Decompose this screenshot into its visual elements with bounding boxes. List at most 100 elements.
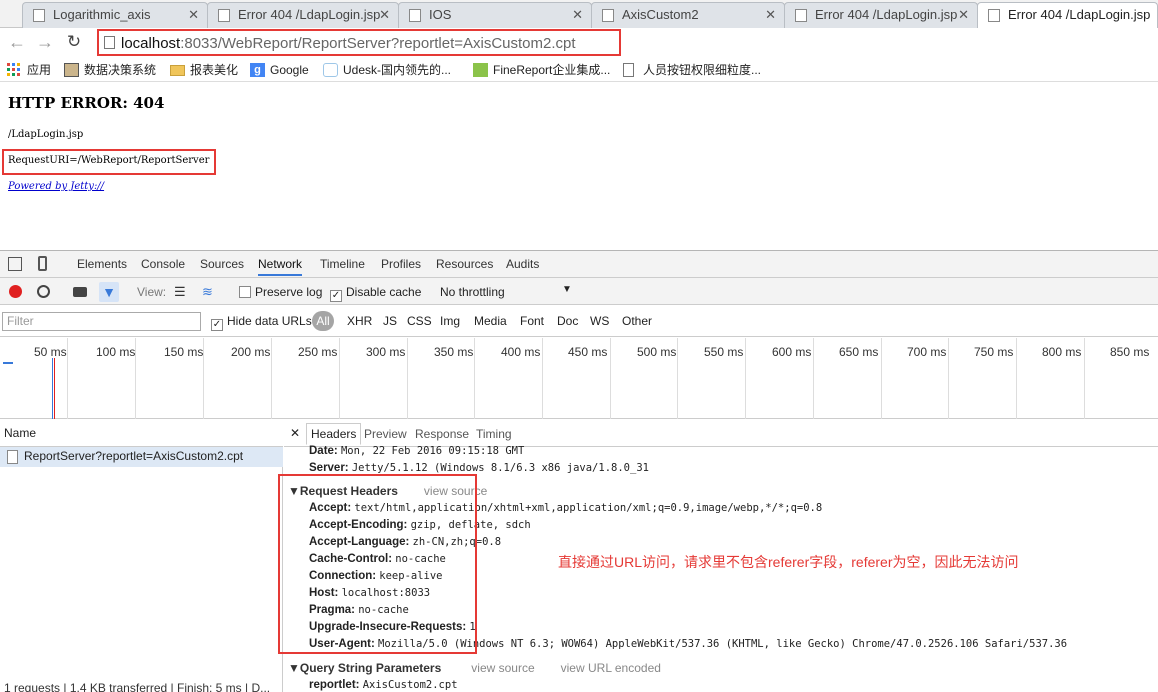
query-string-section[interactable]: ▼Query String Parameters view source view … <box>288 661 661 675</box>
close-icon[interactable]: ✕ <box>379 3 390 27</box>
tab-title: Error 404 /LdapLogin.jsp <box>1008 7 1151 22</box>
throttling-select[interactable]: No throttling <box>440 285 505 299</box>
browser-tab-strip: Logarithmic_axis ✕ Error 404 /LdapLogin.… <box>0 0 1158 29</box>
view-url-encoded-link[interactable]: view URL encoded <box>561 661 661 675</box>
page-title: HTTP ERROR: 404 <box>8 94 165 112</box>
page-icon <box>988 9 1000 22</box>
type-filter-js[interactable]: JS <box>383 314 397 328</box>
filter-bar: Filter ✓ Hide data URLs All XHR JS CSS Im… <box>0 305 1158 337</box>
filter-funnel-icon[interactable]: ▼ <box>99 282 119 302</box>
timeline-tick: 500 ms <box>611 338 678 419</box>
close-icon[interactable]: ✕ <box>958 3 969 27</box>
timeline-tick: 200 ms <box>204 338 272 419</box>
browser-toolbar: ← → ↻ localhost:8033/WebReport/ReportSer… <box>0 28 1158 58</box>
tab-network[interactable]: Network <box>258 257 303 276</box>
tab-title: IOS <box>429 7 452 22</box>
request-list: Name ReportServer?reportlet=AxisCustom2.… <box>0 419 283 692</box>
timeline-tick: 600 ms <box>746 338 814 419</box>
bookmark-item[interactable]: Udesk-国内领先的... <box>323 61 451 79</box>
tab-audits[interactable]: Audits <box>506 257 539 271</box>
chevron-down-icon[interactable]: ▼ <box>562 284 572 295</box>
timeline-tick: 100 ms <box>68 338 136 419</box>
close-icon[interactable]: ✕ <box>290 426 300 440</box>
type-filter-font[interactable]: Font <box>520 314 544 328</box>
timeline-tick: 750 ms <box>949 338 1017 419</box>
page-icon <box>602 9 614 22</box>
timeline-tick: 800 ms <box>1017 338 1085 419</box>
waterfall-view-icon[interactable]: ≋ <box>202 284 213 300</box>
tab-title: Logarithmic_axis <box>53 7 151 22</box>
header-line: Date: Mon, 22 Feb 2016 09:15:18 GMT <box>309 445 525 457</box>
device-mode-icon[interactable] <box>38 256 47 271</box>
type-filter-doc[interactable]: Doc <box>557 314 578 328</box>
network-overview-timeline[interactable]: 50 ms 100 ms 150 ms 200 ms 250 ms 300 ms… <box>0 338 1158 419</box>
browser-tab[interactable]: Logarithmic_axis ✕ <box>22 2 208 28</box>
browser-tab[interactable]: IOS ✕ <box>398 2 592 28</box>
timeline-tick: 300 ms <box>340 338 408 419</box>
tab-elements[interactable]: Elements <box>77 257 127 271</box>
browser-tab[interactable]: AxisCustom2 ✕ <box>591 2 785 28</box>
powered-by-link[interactable]: Powered by Jetty:// <box>8 181 104 192</box>
bookmark-item[interactable]: FineReport企业集成... <box>473 61 610 79</box>
type-filter-media[interactable]: Media <box>474 314 507 328</box>
list-view-icon[interactable]: ☰ <box>174 284 186 300</box>
bookmark-item[interactable]: g Google <box>250 61 309 79</box>
clear-icon[interactable] <box>37 285 50 298</box>
close-icon[interactable]: ✕ <box>765 3 776 27</box>
back-arrow-icon[interactable]: ← <box>6 31 28 53</box>
address-bar[interactable]: localhost:8033/WebReport/ReportServer?re… <box>97 29 621 56</box>
dom-content-loaded-line <box>52 358 53 419</box>
tab-timing[interactable]: Timing <box>476 427 512 441</box>
address-url: localhost:8033/WebReport/ReportServer?re… <box>121 35 576 52</box>
udesk-icon <box>323 63 338 77</box>
filter-input[interactable]: Filter <box>2 312 201 331</box>
record-icon[interactable] <box>9 285 22 298</box>
header-line: Server: Jetty/5.1.12 (Windows 8.1/6.3 x8… <box>309 462 649 474</box>
bookmark-item[interactable]: 报表美化 <box>170 61 238 79</box>
timeline-tick: 550 ms <box>678 338 746 419</box>
type-filter-xhr[interactable]: XHR <box>347 314 372 328</box>
preserve-log-checkbox[interactable]: Preserve log <box>239 285 322 299</box>
inspect-element-icon[interactable] <box>8 257 22 271</box>
type-filter-other[interactable]: Other <box>622 314 652 328</box>
reload-icon[interactable]: ↻ <box>63 31 85 53</box>
bookmark-apps[interactable]: 应用 <box>7 61 51 79</box>
timeline-tick: 150 ms <box>136 338 204 419</box>
type-filter-css[interactable]: CSS <box>407 314 432 328</box>
close-icon[interactable]: ✕ <box>572 3 583 27</box>
tab-title: Error 404 /LdapLogin.jsp <box>238 7 381 22</box>
tab-timeline[interactable]: Timeline <box>320 257 365 271</box>
view-source-link[interactable]: view source <box>471 661 534 675</box>
tab-headers[interactable]: Headers <box>306 423 362 445</box>
request-uri: RequestURI=/WebReport/ReportServer <box>8 155 210 166</box>
browser-tab-active[interactable]: Error 404 /LdapLogin.jsp <box>977 2 1158 29</box>
tab-response[interactable]: Response <box>415 427 469 441</box>
type-filter-ws[interactable]: WS <box>590 314 609 328</box>
tab-resources[interactable]: Resources <box>436 257 493 271</box>
bookmark-item[interactable]: 人员按钮权限细粒度... <box>623 61 761 79</box>
load-event-line <box>54 358 55 419</box>
annotation-note: 直接通过URL访问，请求里不包含referer字段，referer为空，因此无法… <box>558 554 1019 570</box>
request-row[interactable]: ReportServer?reportlet=AxisCustom2.cpt <box>0 447 283 467</box>
tab-preview[interactable]: Preview <box>364 427 407 441</box>
tab-profiles[interactable]: Profiles <box>381 257 421 271</box>
tab-sources[interactable]: Sources <box>200 257 244 271</box>
tab-title: Error 404 /LdapLogin.jsp <box>815 7 958 22</box>
close-icon[interactable]: ✕ <box>188 3 199 27</box>
browser-tab[interactable]: Error 404 /LdapLogin.jsp ✕ <box>207 2 399 28</box>
camera-icon[interactable] <box>73 287 87 297</box>
name-column-header[interactable]: Name <box>0 419 283 447</box>
type-filter-img[interactable]: Img <box>440 314 460 328</box>
devtools-tabbar: Elements Console Sources Network Timelin… <box>0 251 1158 278</box>
browser-tab[interactable]: Error 404 /LdapLogin.jsp ✕ <box>784 2 978 28</box>
highlight-box-request-headers <box>278 474 477 654</box>
tab-console[interactable]: Console <box>141 257 185 271</box>
bookmark-item[interactable]: 数据决策系统 <box>64 61 156 79</box>
finereport-icon <box>473 63 488 77</box>
forward-arrow-icon[interactable]: → <box>34 31 56 53</box>
network-toolbar: ▼ View: ☰ ≋ Preserve log ✓ Disable cache … <box>0 278 1158 305</box>
hide-data-urls-checkbox[interactable]: ✓ Hide data URLs <box>211 314 312 331</box>
page-icon <box>104 36 115 49</box>
disable-cache-checkbox[interactable]: ✓ Disable cache <box>330 285 421 302</box>
type-filter-all[interactable]: All <box>312 311 334 331</box>
